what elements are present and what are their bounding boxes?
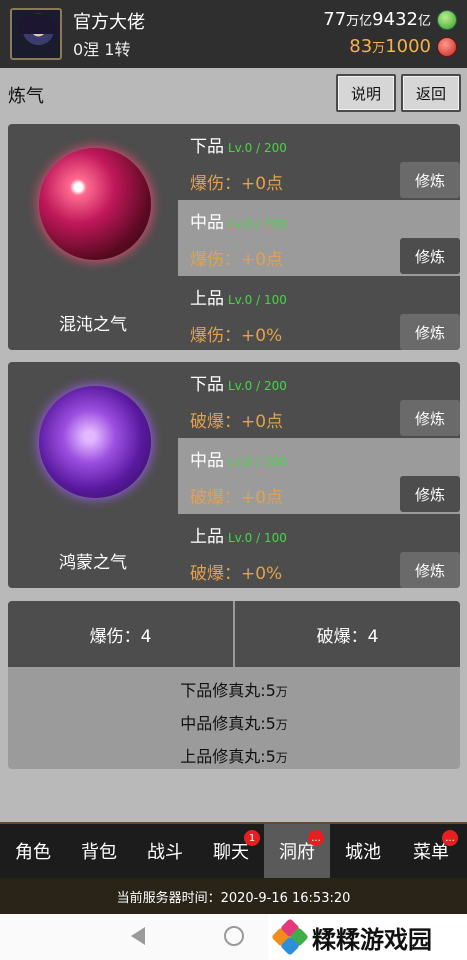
currency-primary: 77万亿9432亿 xyxy=(323,9,431,30)
hongmeng-qi-card: 鸿蒙之气 下品 Lv.0 / 200 破爆：+0点 修炼 中品 Lv.0 / 200… xyxy=(8,362,460,588)
pill-cost-low: 下品修真丸:5万 xyxy=(180,681,288,700)
qi-row-low: 下品 Lv.0 / 200 破爆：+0点 修炼 xyxy=(178,362,460,438)
pill-cost-mid: 中品修真丸:5万 xyxy=(180,714,288,733)
server-time: 当前服务器时间：2020-9-16 16:53:20 xyxy=(0,878,467,914)
level-text: Lv.0 / 100 xyxy=(228,531,287,545)
page-header: 炼气 说明 返回 xyxy=(0,68,467,120)
back-button[interactable]: 返回 xyxy=(401,74,461,112)
nav-bag[interactable]: 背包 xyxy=(66,824,132,878)
currency-secondary: 83万1000 xyxy=(349,36,431,57)
stat-text: 破爆：+0% xyxy=(190,564,283,584)
bottom-nav: 角色 背包 战斗 聊天 1 洞府... 城池 菜单... xyxy=(0,822,467,878)
nav-character[interactable]: 角色 xyxy=(0,824,66,878)
train-button[interactable]: 修炼 xyxy=(400,162,460,198)
crit-damage-total: 爆伤：4 xyxy=(8,601,233,667)
qi-row-high: 上品 Lv.0 / 100 爆伤：+0% 修炼 xyxy=(178,276,460,350)
pill-cost-high: 上品修真丸:5万 xyxy=(180,747,288,766)
train-button[interactable]: 修炼 xyxy=(400,314,460,350)
level-text: Lv.0 / 200 xyxy=(228,141,287,155)
stat-text: 爆伤：+0点 xyxy=(190,174,284,194)
hongmeng-orb-icon xyxy=(39,386,151,498)
grade-label: 上品 xyxy=(190,289,224,309)
nav-cave[interactable]: 洞府... xyxy=(264,824,330,878)
home-circle-icon[interactable] xyxy=(224,926,244,946)
qi-row-mid: 中品 Lv.0 / 200 破爆：+0点 修炼 xyxy=(178,438,460,514)
stat-text: 爆伤：+0% xyxy=(190,326,283,346)
chaos-qi-card: 混沌之气 下品 Lv.0 / 200 爆伤：+0点 修炼 中品 Lv.0 / 200… xyxy=(8,124,460,350)
logo-icon xyxy=(271,918,309,956)
top-status-bar: 官方大佬 0涅 1转 77万亿9432亿 83万1000 xyxy=(0,0,467,68)
info-button[interactable]: 说明 xyxy=(336,74,396,112)
notification-badge: ... xyxy=(442,830,458,846)
logo-text: 糅糅游戏园 xyxy=(312,925,432,954)
train-button[interactable]: 修炼 xyxy=(400,400,460,436)
page-title: 炼气 xyxy=(8,86,44,107)
level-text: Lv.0 / 100 xyxy=(228,293,287,307)
chaos-orb-icon xyxy=(39,148,151,260)
summary-panel: 爆伤：4 破爆：4 下品修真丸:5万 中品修真丸:5万 上品修真丸:5万 xyxy=(8,601,460,769)
level-text: Lv.0 / 200 xyxy=(228,217,287,231)
qi-name: 鸿蒙之气 xyxy=(59,553,127,573)
train-button[interactable]: 修炼 xyxy=(400,552,460,588)
grade-label: 上品 xyxy=(190,527,224,547)
grade-label: 中品 xyxy=(190,213,224,233)
crit-break-total: 破爆：4 xyxy=(235,601,460,667)
qi-row-high: 上品 Lv.0 / 100 破爆：+0% 修炼 xyxy=(178,514,460,588)
watermark-logo: 糅糅游戏园 xyxy=(268,914,467,960)
back-triangle-icon[interactable] xyxy=(131,927,145,945)
nav-city[interactable]: 城池 xyxy=(330,824,396,878)
notification-badge: 1 xyxy=(244,830,260,846)
player-name: 官方大佬 xyxy=(73,12,145,33)
level-text: Lv.0 / 200 xyxy=(228,379,287,393)
nav-battle[interactable]: 战斗 xyxy=(132,824,198,878)
stat-text: 破爆：+0点 xyxy=(190,488,284,508)
orb-panel: 鸿蒙之气 xyxy=(8,362,178,588)
qi-row-low: 下品 Lv.0 / 200 爆伤：+0点 修炼 xyxy=(178,124,460,200)
orb-panel: 混沌之气 xyxy=(8,124,178,350)
grade-label: 下品 xyxy=(190,137,224,157)
player-avatar[interactable] xyxy=(10,8,62,60)
nav-chat[interactable]: 聊天 1 xyxy=(198,824,264,878)
level-text: Lv.0 / 200 xyxy=(228,455,287,469)
grade-label: 下品 xyxy=(190,375,224,395)
train-button[interactable]: 修炼 xyxy=(400,238,460,274)
stat-text: 爆伤：+0点 xyxy=(190,250,284,270)
nav-menu[interactable]: 菜单... xyxy=(398,824,464,878)
train-button[interactable]: 修炼 xyxy=(400,476,460,512)
player-rank: 0涅 1转 xyxy=(73,40,131,59)
green-coin-icon xyxy=(437,10,457,30)
red-gem-icon[interactable] xyxy=(437,37,457,57)
notification-badge: ... xyxy=(308,830,324,846)
stat-text: 破爆：+0点 xyxy=(190,412,284,432)
grade-label: 中品 xyxy=(190,451,224,471)
qi-row-mid: 中品 Lv.0 / 200 爆伤：+0点 修炼 xyxy=(178,200,460,276)
qi-name: 混沌之气 xyxy=(59,315,127,335)
